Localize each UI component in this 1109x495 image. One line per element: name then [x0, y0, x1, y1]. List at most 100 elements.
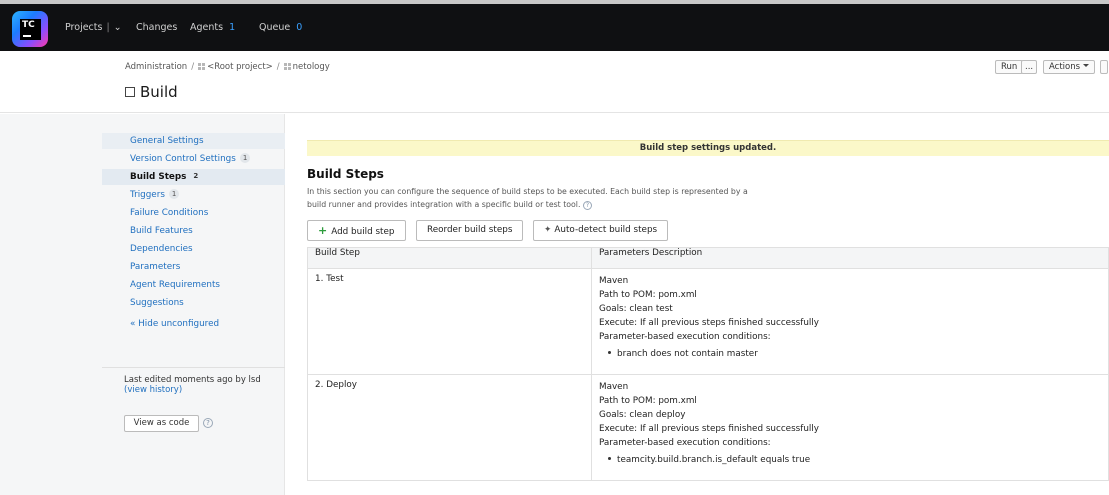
breadcrumb-separator: / [276, 62, 280, 72]
nav-agents[interactable]: Agents 1 [190, 22, 235, 33]
page-title-text: Build [140, 83, 178, 101]
caret-down-icon [1083, 64, 1090, 67]
parameters-description: Maven Path to POM: pom.xml Goals: clean … [591, 268, 1109, 375]
auto-detect-label: Auto-detect build steps [554, 225, 658, 235]
last-edited-when[interactable]: moments ago [174, 375, 233, 385]
page-header: Administration / <Root project> / netology B… [0, 51, 1109, 113]
sidebar-item-parameters[interactable]: Parameters [102, 259, 285, 275]
sidebar-item-label: General Settings [130, 136, 204, 146]
section-title: Build Steps [307, 167, 384, 181]
last-edited-by: by lsd [235, 375, 261, 385]
breadcrumb-netology[interactable]: netology [293, 62, 330, 72]
count-badge: 2 [193, 172, 199, 180]
nav-separator: | [106, 22, 110, 33]
sidebar-item-general-settings[interactable]: General Settings [102, 133, 285, 149]
table-row[interactable]: 2. Deploy Maven Path to POM: pom.xml Goa… [307, 374, 1109, 481]
sidebar-item-label: Parameters [130, 262, 181, 272]
project-grid-icon [198, 63, 206, 70]
sidebar-item-label: Agent Requirements [130, 280, 220, 290]
execute-policy: Execute: If all previous steps finished … [599, 318, 820, 328]
sidebar-item-triggers[interactable]: Triggers 1 [102, 187, 285, 203]
last-edited-prefix: Last edited [124, 375, 172, 385]
count-badge: 1 [239, 153, 251, 163]
runner-type: Maven [599, 382, 629, 392]
execute-policy: Execute: If all previous steps finished … [599, 424, 820, 434]
sidebar-item-label: Failure Conditions [130, 208, 209, 218]
sidebar-item-build-features[interactable]: Build Features [102, 223, 285, 239]
hide-unconfigured-link[interactable]: « Hide unconfigured [130, 319, 219, 329]
sidebar-item-label: Triggers [130, 190, 165, 200]
sidebar-item-label: Build Features [130, 226, 193, 236]
conditions-label: Parameter-based execution conditions: [599, 438, 771, 448]
project-grid-icon [283, 63, 291, 70]
actions-label: Actions [1049, 62, 1081, 72]
execution-condition: branch does not contain master [599, 347, 1101, 361]
add-build-step-button[interactable]: + Add build step [307, 220, 406, 241]
reorder-build-steps-button[interactable]: Reorder build steps [416, 220, 524, 241]
success-notice: Build step settings updated. [307, 140, 1109, 156]
build-step-name[interactable]: 2. Deploy [307, 374, 592, 481]
add-build-step-label: Add build step [331, 227, 395, 237]
section-description-text: In this section you can configure the se… [307, 187, 748, 209]
sidebar-item-version-control-settings[interactable]: Version Control Settings 1 [102, 151, 285, 167]
nav-queue[interactable]: Queue 0 [259, 22, 302, 33]
breadcrumb-separator: / [191, 62, 195, 72]
sidebar-item-label: Build Steps [130, 172, 187, 182]
chevron-down-icon: ⌄ [113, 22, 122, 33]
sidebar-item-dependencies[interactable]: Dependencies [102, 241, 285, 257]
sidebar-item-label: Suggestions [130, 298, 184, 308]
build-steps-table: Build Step Parameters Description 1. Tes… [307, 247, 1109, 481]
queue-count: 0 [296, 22, 303, 33]
last-edited-info: Last edited moments ago by lsd (view his… [124, 375, 274, 395]
help-icon[interactable]: ? [203, 418, 213, 428]
sidebar-item-failure-conditions[interactable]: Failure Conditions [102, 205, 285, 221]
sidebar-item-label: Dependencies [130, 244, 193, 254]
goals: Goals: clean deploy [599, 410, 686, 420]
count-badge: 1 [168, 189, 180, 199]
parameters-description: Maven Path to POM: pom.xml Goals: clean … [591, 374, 1109, 481]
sidebar-divider [102, 367, 285, 368]
main-content: Build step settings updated. Build Steps… [286, 114, 1109, 495]
breadcrumb-root-project[interactable]: <Root project> [207, 62, 273, 72]
agents-count: 1 [229, 22, 236, 33]
logo-text: TC [22, 20, 35, 30]
nav-changes[interactable]: Changes [136, 22, 177, 33]
build-step-name[interactable]: 1. Test [307, 268, 592, 375]
header-extra-button[interactable]: ​ [1100, 60, 1108, 74]
settings-sidebar: General Settings Version Control Setting… [0, 114, 285, 495]
table-row[interactable]: 1. Test Maven Path to POM: pom.xml Goals… [307, 268, 1109, 375]
help-icon[interactable]: ? [582, 201, 592, 210]
logo-mark: TC [20, 19, 41, 40]
logo-underscore-icon [23, 35, 31, 37]
plus-icon: + [318, 224, 328, 237]
run-button[interactable]: Run [995, 60, 1024, 74]
nav-projects[interactable]: Projects | ⌄ [65, 22, 122, 33]
magic-wand-icon: ✦ [544, 225, 552, 235]
goals: Goals: clean test [599, 304, 673, 314]
pom-path: Path to POM: pom.xml [599, 290, 697, 300]
nav-agents-label: Agents [190, 22, 224, 33]
table-header-row: Build Step Parameters Description [307, 247, 1109, 269]
column-header-build-step: Build Step [307, 247, 592, 269]
execution-condition: teamcity.build.branch.is_default equals … [599, 453, 1101, 467]
run-options-button[interactable]: ... [1021, 60, 1038, 74]
build-config-icon [125, 87, 135, 97]
actions-button[interactable]: Actions [1043, 60, 1096, 74]
pom-path: Path to POM: pom.xml [599, 396, 697, 406]
sidebar-item-build-steps[interactable]: Build Steps 2 [102, 169, 285, 185]
breadcrumb: Administration / <Root project> / netology [125, 62, 330, 72]
nav-queue-label: Queue [259, 22, 291, 33]
top-navigation-bar: TC Projects | ⌄ Changes Agents 1 Queue 0 [0, 4, 1109, 51]
view-history-link[interactable]: (view history) [124, 385, 182, 395]
column-header-parameters: Parameters Description [591, 247, 1109, 269]
nav-projects-label: Projects [65, 22, 103, 33]
conditions-label: Parameter-based execution conditions: [599, 332, 771, 342]
breadcrumb-administration[interactable]: Administration [125, 62, 187, 72]
sidebar-item-suggestions[interactable]: Suggestions [102, 295, 285, 311]
page-title: Build [125, 83, 178, 101]
runner-type: Maven [599, 276, 629, 286]
auto-detect-build-steps-button[interactable]: ✦ Auto-detect build steps [533, 220, 669, 241]
sidebar-item-agent-requirements[interactable]: Agent Requirements [102, 277, 285, 293]
view-as-code-button[interactable]: View as code [124, 415, 199, 432]
teamcity-logo[interactable]: TC [12, 11, 48, 47]
